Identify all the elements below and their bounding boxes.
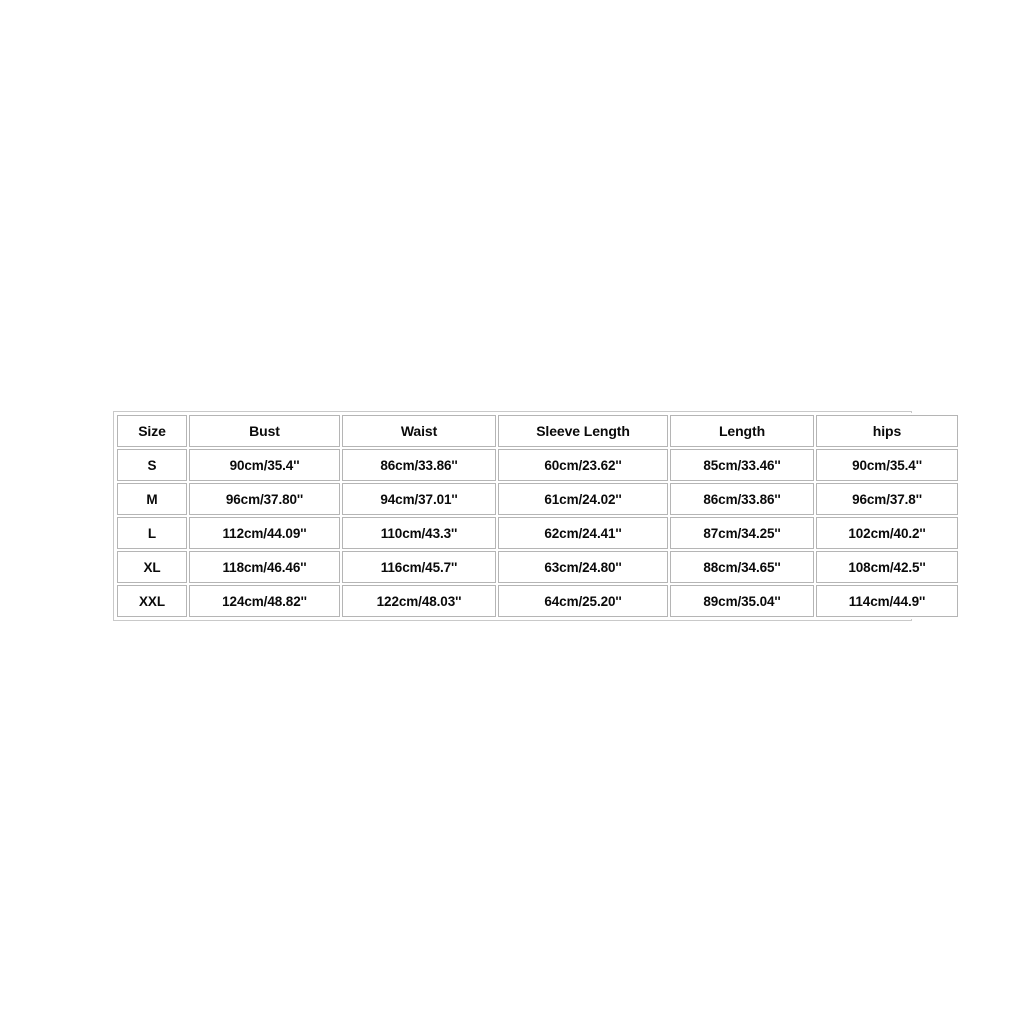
column-header-size: Size: [117, 415, 187, 447]
table-header-row: Size Bust Waist Sleeve Length Length hip…: [117, 415, 958, 447]
cell-size: XL: [117, 551, 187, 583]
table-row: XL 118cm/46.46'' 116cm/45.7'' 63cm/24.80…: [117, 551, 958, 583]
cell-hips: 96cm/37.8'': [816, 483, 958, 515]
size-chart-body: Size Bust Waist Sleeve Length Length hip…: [117, 415, 958, 617]
cell-bust: 90cm/35.4'': [189, 449, 340, 481]
cell-waist: 110cm/43.3'': [342, 517, 496, 549]
size-chart-table: Size Bust Waist Sleeve Length Length hip…: [115, 413, 960, 619]
column-header-length: Length: [670, 415, 814, 447]
cell-size: XXL: [117, 585, 187, 617]
cell-length: 86cm/33.86'': [670, 483, 814, 515]
table-row: L 112cm/44.09'' 110cm/43.3'' 62cm/24.41'…: [117, 517, 958, 549]
cell-size: M: [117, 483, 187, 515]
cell-waist: 122cm/48.03'': [342, 585, 496, 617]
cell-hips: 90cm/35.4'': [816, 449, 958, 481]
table-row: S 90cm/35.4'' 86cm/33.86'' 60cm/23.62'' …: [117, 449, 958, 481]
page-canvas: Size Bust Waist Sleeve Length Length hip…: [0, 0, 1024, 1024]
cell-waist: 94cm/37.01'': [342, 483, 496, 515]
cell-sleeve-length: 61cm/24.02'': [498, 483, 668, 515]
cell-size: L: [117, 517, 187, 549]
cell-sleeve-length: 60cm/23.62'': [498, 449, 668, 481]
cell-bust: 96cm/37.80'': [189, 483, 340, 515]
cell-sleeve-length: 64cm/25.20'': [498, 585, 668, 617]
cell-size: S: [117, 449, 187, 481]
cell-bust: 124cm/48.82'': [189, 585, 340, 617]
column-header-hips: hips: [816, 415, 958, 447]
cell-hips: 108cm/42.5'': [816, 551, 958, 583]
table-row: XXL 124cm/48.82'' 122cm/48.03'' 64cm/25.…: [117, 585, 958, 617]
cell-hips: 114cm/44.9'': [816, 585, 958, 617]
column-header-sleeve-length: Sleeve Length: [498, 415, 668, 447]
cell-sleeve-length: 63cm/24.80'': [498, 551, 668, 583]
cell-length: 88cm/34.65'': [670, 551, 814, 583]
table-row: M 96cm/37.80'' 94cm/37.01'' 61cm/24.02''…: [117, 483, 958, 515]
cell-length: 87cm/34.25'': [670, 517, 814, 549]
cell-hips: 102cm/40.2'': [816, 517, 958, 549]
cell-bust: 118cm/46.46'': [189, 551, 340, 583]
cell-sleeve-length: 62cm/24.41'': [498, 517, 668, 549]
cell-waist: 86cm/33.86'': [342, 449, 496, 481]
size-chart-container: Size Bust Waist Sleeve Length Length hip…: [113, 411, 960, 621]
cell-length: 89cm/35.04'': [670, 585, 814, 617]
cell-waist: 116cm/45.7'': [342, 551, 496, 583]
column-header-waist: Waist: [342, 415, 496, 447]
column-header-bust: Bust: [189, 415, 340, 447]
cell-length: 85cm/33.46'': [670, 449, 814, 481]
cell-bust: 112cm/44.09'': [189, 517, 340, 549]
